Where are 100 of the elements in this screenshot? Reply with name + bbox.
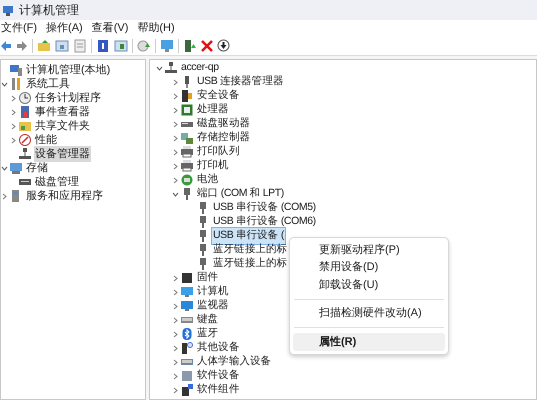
plug-icon [197, 230, 209, 242]
tree-item[interactable]: 磁盘驱动器 [196, 116, 252, 132]
expand-icon[interactable] [172, 358, 179, 366]
tree-item[interactable]: USB 串行设备 (COM5) [212, 200, 317, 216]
tree-item[interactable]: 磁盘管理 [34, 174, 80, 190]
clock-icon [19, 92, 31, 104]
collapse-icon[interactable] [1, 80, 8, 88]
menu-item[interactable]: 帮助(H) [137, 20, 175, 36]
printer-icon [181, 160, 193, 172]
expand-icon[interactable] [172, 274, 179, 282]
panel-icon[interactable] [55, 38, 69, 52]
tree-item[interactable]: 设备管理器 [34, 146, 91, 162]
tree-item[interactable]: 电池 [196, 172, 220, 188]
app-icon [2, 4, 15, 16]
collapse-icon[interactable] [172, 190, 179, 198]
tree-item[interactable]: 存储控制器 [196, 130, 252, 146]
expand-icon[interactable] [172, 134, 179, 142]
tree-item[interactable]: 任务计划程序 [34, 90, 102, 106]
panel-icon[interactable] [114, 38, 128, 52]
tree-item[interactable]: 计算机管理(本地) [25, 62, 112, 78]
tree-item[interactable]: 软件组件 [196, 382, 240, 398]
tree-item[interactable]: USB 连接器管理器 [196, 74, 285, 90]
expand-icon[interactable] [172, 148, 179, 156]
expand-icon[interactable] [172, 386, 179, 394]
network-icon [165, 62, 177, 74]
monitor-icon [181, 286, 193, 298]
expand-icon[interactable] [172, 176, 179, 184]
tree-item[interactable]: 蓝牙 [196, 326, 220, 342]
expand-icon[interactable] [172, 316, 179, 324]
plug-icon [197, 244, 209, 256]
expand-icon[interactable] [172, 162, 179, 170]
tree-item[interactable]: 打印机 [196, 158, 230, 174]
menu-item[interactable]: 扫描检测硬件改动(A) [293, 304, 445, 322]
expand-icon[interactable] [10, 122, 17, 130]
menu-item[interactable]: 查看(V) [92, 20, 128, 36]
expand-icon[interactable] [172, 344, 179, 352]
menu-item[interactable]: 卸载设备(U) [293, 276, 445, 294]
menu-item[interactable]: 操作(A) [46, 20, 83, 36]
expand-icon[interactable] [172, 78, 179, 86]
tree-item[interactable]: 服务和应用程序 [25, 188, 104, 204]
printer-icon [181, 146, 193, 158]
services-icon [10, 190, 22, 202]
keyboard-icon [181, 314, 193, 326]
bluetooth-icon [181, 328, 193, 340]
menu-item[interactable]: 文件(F) [1, 20, 38, 36]
collapse-icon[interactable] [156, 64, 163, 72]
tree-item[interactable]: accer-qp [180, 60, 220, 76]
shared-folder-icon [19, 120, 31, 132]
plug-icon [181, 188, 193, 200]
tree-item[interactable]: 性能 [34, 132, 58, 148]
tree-item[interactable]: USB 串行设备 ( [212, 228, 285, 244]
collapse-icon[interactable] [1, 164, 8, 172]
expand-icon[interactable] [172, 92, 179, 100]
tree-item[interactable]: 蓝牙链接上的标 [212, 256, 288, 272]
expand-icon[interactable] [172, 330, 179, 338]
storage-icon [10, 162, 22, 174]
expand-icon[interactable] [172, 120, 179, 128]
tree-item[interactable]: 存储 [25, 160, 49, 176]
menu-item[interactable]: 属性(R) [293, 333, 445, 350]
expand-icon[interactable] [10, 136, 17, 144]
tree-item[interactable]: 端口 (COM 和 LPT) [196, 186, 285, 202]
properties-icon[interactable] [73, 38, 87, 52]
tree-item[interactable]: 人体学输入设备 [196, 354, 272, 370]
plug-icon [197, 216, 209, 228]
tree-item[interactable]: 键盘 [196, 312, 220, 328]
menu-item[interactable]: 禁用设备(D) [293, 258, 445, 276]
tree-item[interactable]: 计算机 [196, 284, 230, 300]
expand-icon[interactable] [172, 372, 179, 380]
tree-item[interactable]: 固件 [196, 270, 220, 286]
tree-item[interactable]: 事件查看器 [34, 104, 91, 120]
folder-icon[interactable] [37, 38, 51, 52]
tree-item[interactable]: USB 串行设备 (COM6) [212, 214, 317, 230]
tree-item[interactable]: 系统工具 [25, 76, 71, 92]
computer-icon [10, 64, 22, 76]
tree-item[interactable]: 处理器 [196, 102, 230, 118]
expand-icon[interactable] [172, 288, 179, 296]
tree-item[interactable]: 其他设备 [196, 340, 240, 356]
expand-icon[interactable] [1, 192, 8, 200]
close-icon[interactable] [201, 40, 213, 52]
network-icon [19, 148, 31, 160]
keyboard-icon [181, 356, 193, 368]
forward-arrow-icon[interactable] [16, 40, 28, 52]
expand-icon[interactable] [10, 108, 17, 116]
menu-item[interactable]: 更新驱动程序(P) [293, 241, 445, 258]
expand-icon[interactable] [172, 302, 179, 310]
download-icon[interactable] [217, 39, 230, 52]
monitor-icon[interactable] [160, 38, 174, 52]
tree-item[interactable]: 安全设备 [196, 88, 240, 104]
plug-icon [197, 202, 209, 214]
expand-icon[interactable] [172, 106, 179, 114]
tree-item[interactable]: 蓝牙链接上的标 [212, 242, 288, 258]
tree-item[interactable]: 监视器 [196, 298, 230, 314]
back-arrow-icon[interactable] [0, 40, 12, 52]
plug-icon [197, 258, 209, 270]
tree-item[interactable]: 共享文件夹 [34, 118, 91, 134]
tree-item[interactable]: 软件设备 [196, 368, 240, 384]
chip-icon [181, 104, 193, 116]
expand-icon[interactable] [10, 94, 17, 102]
tree-item[interactable]: 打印队列 [196, 144, 240, 160]
monitor-icon [181, 300, 193, 312]
